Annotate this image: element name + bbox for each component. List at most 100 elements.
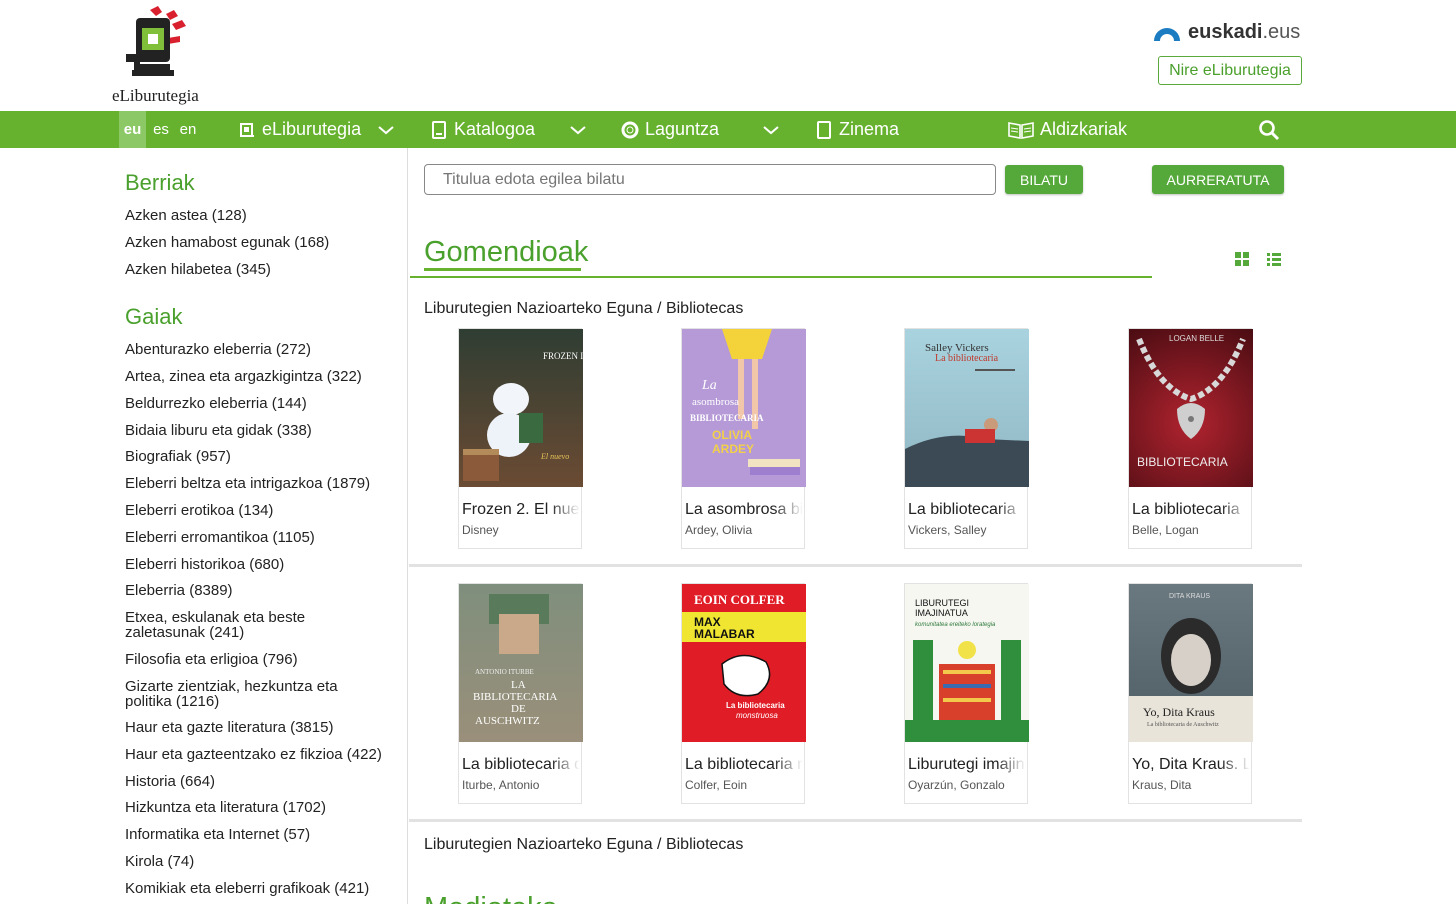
book-author[interactable]: Oyarzún, Gonzalo [908, 778, 1005, 792]
nav-laguntza[interactable]: Laguntza [621, 111, 719, 148]
svg-text:LOGAN BELLE: LOGAN BELLE [1169, 334, 1224, 343]
sidebar: Berriak Azken astea (128) Azken hamabost… [0, 148, 408, 904]
sidebar-item-gaia[interactable]: Komikiak eta eleberri grafikoak (421) [125, 881, 385, 896]
book-author[interactable]: Vickers, Salley [908, 523, 986, 537]
chevron-down-icon[interactable] [569, 123, 587, 137]
sidebar-item-gaia[interactable]: Eleberri erromantikoa (1105) [125, 530, 385, 545]
svg-text:ARDEY: ARDEY [712, 442, 754, 456]
sidebar-item-gaia[interactable]: Kirola (74) [125, 854, 385, 869]
book-author[interactable]: Disney [462, 523, 499, 537]
sidebar-item-gaia[interactable]: Artea, zinea eta argazkigintza (322) [125, 369, 385, 384]
frozen-cover-art: FROZEN II El nuevo [463, 351, 583, 481]
book-cover[interactable]: Salley Vickers La bibliotecaria [905, 329, 1029, 487]
book-author[interactable]: Ardey, Olivia [685, 523, 752, 537]
book-title[interactable]: La asombrosa biblioteca [685, 501, 803, 519]
book-cover[interactable]: LIBURUTEGI IMAJINATUA komunitatea ereite… [905, 584, 1029, 742]
book-cover[interactable]: DITA KRAUS Yo, Dita Kraus La bibliotecar… [1129, 584, 1253, 742]
book-author[interactable]: Iturbe, Antonio [462, 778, 539, 792]
book-title[interactable]: Yo, Dita Kraus. La bibliotecaria [1132, 756, 1250, 774]
svg-text:ANTONIO ITURBE: ANTONIO ITURBE [475, 668, 534, 676]
site-header: eLiburutegia euskadi.eus Nire eLiburuteg… [0, 0, 1456, 111]
sidebar-item-gaia[interactable]: Biografiak (957) [125, 449, 385, 464]
book-title[interactable]: La bibliotecaria [908, 501, 1026, 519]
sidebar-item-gaia[interactable]: Etxea, eskulanak eta beste zaletasunak (… [125, 610, 325, 640]
svg-text:La bibliotecaria: La bibliotecaria [935, 353, 999, 364]
book-author[interactable]: Colfer, Eoin [685, 778, 747, 792]
book-card[interactable]: La asombrosa BIBLIOTECARIA OLIVIA ARDEY … [681, 328, 806, 549]
chevron-down-icon[interactable] [377, 123, 395, 137]
sidebar-item-berriak[interactable]: Azken hamabost egunak (168) [125, 235, 385, 250]
group-label[interactable]: Liburutegien Nazioarteko Eguna / Bibliot… [424, 300, 743, 318]
sidebar-item-gaia[interactable]: Haur eta gazte literatura (3815) [125, 720, 385, 735]
sidebar-item-berriak[interactable]: Azken astea (128) [125, 208, 385, 223]
grid-view-icon[interactable] [1234, 251, 1250, 267]
svg-text:El nuevo: El nuevo [540, 452, 569, 461]
lang-es[interactable]: es [149, 111, 173, 148]
book-title[interactable]: La bibliotecaria de Auschwitz [462, 756, 580, 774]
sidebar-item-gaia[interactable]: Gizarte zientziak, hezkuntza eta politik… [125, 679, 355, 709]
euskadi-link[interactable]: euskadi.eus [1152, 18, 1300, 46]
chevron-down-icon[interactable] [762, 123, 780, 137]
advanced-search-button[interactable]: AURRERATUTA [1152, 165, 1284, 194]
book-cover[interactable]: ANTONIO ITURBE LA BIBLIOTECARIA DE AUSCH… [459, 584, 583, 742]
nav-eliburutegia-label: eLiburutegia [262, 119, 362, 139]
group-label[interactable]: Liburutegien Nazioarteko Eguna / Bibliot… [424, 836, 743, 854]
sidebar-item-berriak[interactable]: Azken hilabetea (345) [125, 262, 385, 277]
book-title[interactable]: Frozen 2. El nuevo bibliotecario [462, 501, 580, 519]
book-title[interactable]: La bibliotecaria monstruosa [685, 756, 803, 774]
book-card[interactable]: LIBURUTEGI IMAJINATUA komunitatea ereite… [904, 583, 1029, 804]
lang-en[interactable]: en [176, 111, 200, 148]
nav-zinema[interactable]: Zinema [815, 111, 899, 148]
nav-eliburutegia[interactable]: eLiburutegia [238, 111, 361, 148]
search-input[interactable] [424, 164, 996, 195]
book-cover[interactable]: La asombrosa BIBLIOTECARIA OLIVIA ARDEY [682, 329, 806, 487]
nire-eliburutegia-button[interactable]: Nire eLiburutegia [1158, 56, 1302, 85]
berriak-title: Berriak [125, 170, 195, 195]
book-card[interactable]: DITA KRAUS Yo, Dita Kraus La bibliotecar… [1128, 583, 1253, 804]
svg-text:asombrosa: asombrosa [692, 396, 739, 408]
book-card[interactable]: FROZEN II El nuevo Frozen 2. El nuevo bi… [458, 328, 583, 549]
sidebar-item-gaia[interactable]: Eleberri beltza eta intrigazkoa (1879) [125, 476, 385, 491]
book-cover[interactable]: LOGAN BELLE BIBLIOTECARIA [1129, 329, 1253, 487]
book-author[interactable]: Belle, Logan [1132, 523, 1199, 537]
main-nav: eu es en eLiburutegia Katalogoa Laguntza… [0, 111, 1456, 148]
book-title[interactable]: Liburutegi imajinatua [908, 756, 1026, 774]
svg-text:monstruosa: monstruosa [736, 711, 778, 720]
svg-text:LIBURUTEGI: LIBURUTEGI [915, 598, 969, 608]
sidebar-item-gaia[interactable]: Abenturazko eleberria (272) [125, 342, 385, 357]
sidebar-item-gaia[interactable]: Informatika eta Internet (57) [125, 827, 385, 842]
svg-text:EOIN COLFER: EOIN COLFER [694, 592, 785, 607]
search-button[interactable]: BILATU [1005, 165, 1083, 194]
sidebar-item-gaia[interactable]: Eleberria (8389) [125, 583, 385, 598]
ereader-icon [432, 120, 446, 139]
svg-text:FROZEN II: FROZEN II [543, 351, 583, 361]
sidebar-item-gaia[interactable]: Hizkuntza eta literatura (1702) [125, 800, 385, 815]
sidebar-item-gaia[interactable]: Filosofia eta erligioa (796) [125, 652, 385, 667]
tablet-icon [817, 120, 831, 139]
svg-text:Yo, Dita Kraus: Yo, Dita Kraus [1143, 705, 1215, 719]
book-cover[interactable]: EOIN COLFER MAX MALABAR La bibliotecaria… [682, 584, 806, 742]
search-icon[interactable] [1258, 119, 1280, 141]
sidebar-item-gaia[interactable]: Eleberri historikoa (680) [125, 557, 385, 572]
book-card[interactable]: Salley Vickers La bibliotecaria La bibli… [904, 328, 1029, 549]
sidebar-item-gaia[interactable]: Bidaia liburu eta gidak (338) [125, 423, 385, 438]
book-card[interactable]: ANTONIO ITURBE LA BIBLIOTECARIA DE AUSCH… [458, 583, 583, 804]
book-title[interactable]: La bibliotecaria [1132, 501, 1250, 519]
book-card[interactable]: LOGAN BELLE BIBLIOTECARIA La bibliotecar… [1128, 328, 1253, 549]
svg-text:BIBLIOTECARIA: BIBLIOTECARIA [1137, 455, 1228, 469]
book-author[interactable]: Kraus, Dita [1132, 778, 1191, 792]
book-cover[interactable]: FROZEN II El nuevo [459, 329, 583, 487]
book-card[interactable]: EOIN COLFER MAX MALABAR La bibliotecaria… [681, 583, 806, 804]
sidebar-item-gaia[interactable]: Eleberri erotikoa (134) [125, 503, 385, 518]
sidebar-item-gaia[interactable]: Historia (664) [125, 774, 385, 789]
lang-eu[interactable]: eu [119, 111, 146, 148]
nav-aldizkariak[interactable]: Aldizkariak [1008, 111, 1127, 148]
sidebar-item-gaia[interactable]: Beldurrezko eleberria (144) [125, 396, 385, 411]
nav-zinema-label: Zinema [839, 119, 900, 139]
gaiak-title: Gaiak [125, 304, 183, 329]
svg-text:BIBLIOTECARIA: BIBLIOTECARIA [473, 691, 557, 703]
imajinatua-cover-art: LIBURUTEGI IMAJINATUA komunitatea ereite… [905, 598, 1029, 742]
nav-katalogoa[interactable]: Katalogoa [430, 111, 535, 148]
sidebar-item-gaia[interactable]: Haur eta gazteentzako ez fikzioa (422) [125, 747, 385, 762]
list-view-icon[interactable] [1266, 251, 1282, 267]
